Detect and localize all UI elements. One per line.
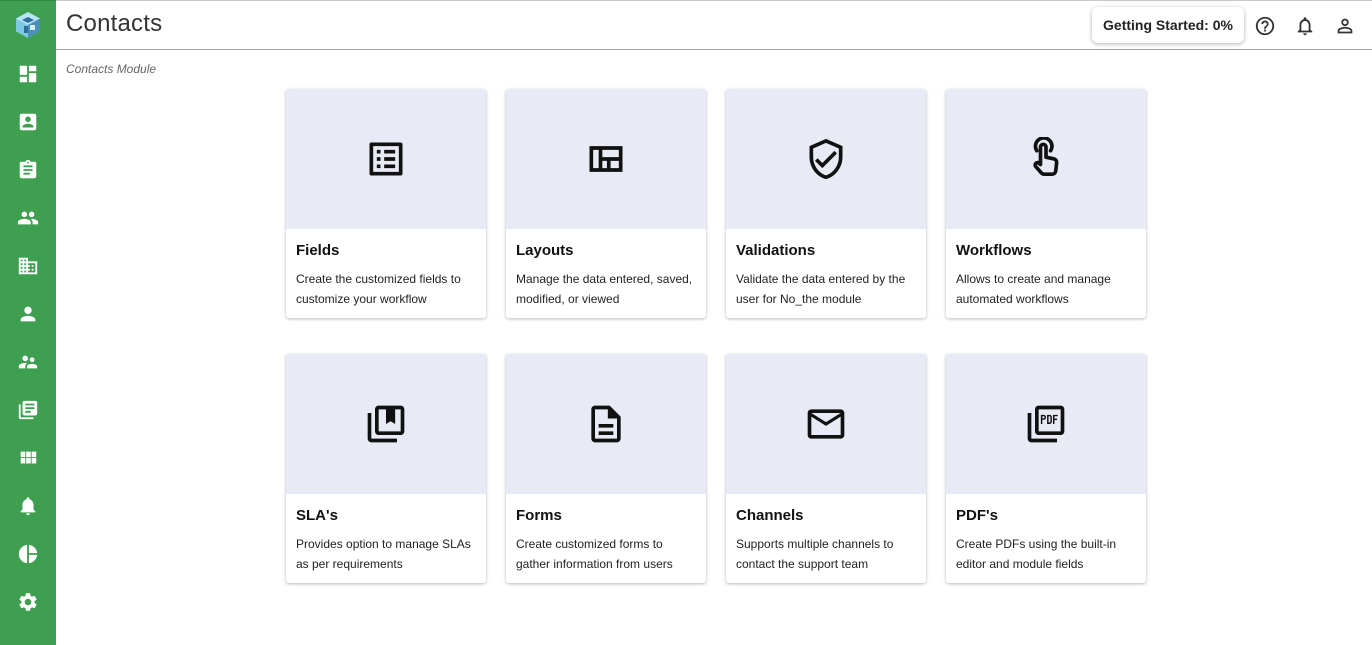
card-description: Create customized forms to gather inform… [516,537,673,571]
help-icon [1255,16,1275,36]
card-title: PDF's [956,507,998,524]
card-media [286,354,486,494]
collections-bookmark-icon [367,405,405,443]
dashboard-icon [19,65,37,83]
sidebar-item-tasks[interactable] [0,146,56,194]
sidebar-item-groups[interactable] [0,194,56,242]
sidebar-item-contacts[interactable] [0,98,56,146]
supervisor-icon [18,355,38,369]
card-media [726,89,926,229]
apps-grid-icon [20,451,37,464]
card-fields[interactable]: Fields Create the customized fields to c… [286,89,486,318]
card-title: Channels [736,507,804,524]
card-description: Provides option to manage SLAs as per re… [296,537,471,571]
card-description: Manage the data entered, saved, modified… [516,272,693,306]
sidebar-item-modules[interactable] [0,434,56,482]
shield-check-icon [809,138,843,180]
card-media [946,354,1146,494]
help-button[interactable] [1254,15,1276,37]
breadcrumb: Contacts Module [66,62,157,76]
mail-icon [807,409,845,439]
card-title: Layouts [516,242,574,259]
sidebar [0,0,56,645]
sidebar-item-notifications[interactable] [0,482,56,530]
sidebar-item-teams[interactable] [0,338,56,386]
people-icon [17,211,39,225]
sidebar-item-dashboard[interactable] [0,50,56,98]
account-button[interactable] [1334,15,1356,37]
card-title: SLA's [296,507,338,524]
card-forms[interactable]: Forms Create customized forms to gather … [506,354,706,583]
card-media [506,354,706,494]
card-title: Workflows [956,242,1032,259]
sidebar-item-companies[interactable] [0,242,56,290]
page-title: Contacts [66,10,163,37]
card-media [946,89,1146,229]
card-description: Supports multiple channels to contact th… [736,537,894,571]
card-description: Create the customized fields to customiz… [296,272,461,306]
library-books-icon [18,400,38,420]
card-validations[interactable]: Validations Validate the data entered by… [726,89,926,318]
card-title: Fields [296,242,340,259]
sidebar-item-users[interactable] [0,290,56,338]
card-layouts[interactable]: Layouts Manage the data entered, saved, … [506,89,706,318]
sidebar-item-reports[interactable] [0,530,56,578]
clipboard-icon [19,159,37,179]
card-slas[interactable]: SLA's Provides option to manage SLAs as … [286,354,486,583]
sidebar-item-settings[interactable] [0,578,56,626]
card-media [726,354,926,494]
card-media [286,89,486,229]
card-description: Allows to create and manage automated wo… [956,272,1111,306]
card-title: Validations [736,242,816,259]
pdf-icon [1027,405,1065,443]
getting-started-button[interactable]: Getting Started: 0% [1092,7,1244,43]
settings-icon [19,593,37,611]
pie-chart-icon [18,544,38,564]
touch-icon [1033,137,1059,177]
layouts-icon [589,146,623,172]
notifications-button[interactable] [1294,15,1316,37]
person-icon [20,306,36,322]
card-channels[interactable]: Channels Supports multiple channels to c… [726,354,926,583]
document-icon [591,405,621,443]
top-bar: Contacts Getting Started: 0% [56,0,1372,50]
account-icon [1337,18,1353,34]
notifications-icon [1297,17,1313,36]
card-workflows[interactable]: Workflows Allows to create and manage au… [946,89,1146,318]
bell-icon [20,497,36,516]
sidebar-item-knowledge-base[interactable] [0,386,56,434]
building-icon [18,257,38,275]
card-description: Create PDFs using the built-in editor an… [956,537,1117,571]
card-media [506,89,706,229]
card-pdfs[interactable]: PDF's Create PDFs using the built-in edi… [946,354,1146,583]
contact-card-icon [19,113,37,131]
app-logo-icon[interactable] [14,11,42,39]
card-title: Forms [516,507,562,524]
fields-icon [369,142,403,176]
card-description: Validate the data entered by the user fo… [736,272,906,306]
